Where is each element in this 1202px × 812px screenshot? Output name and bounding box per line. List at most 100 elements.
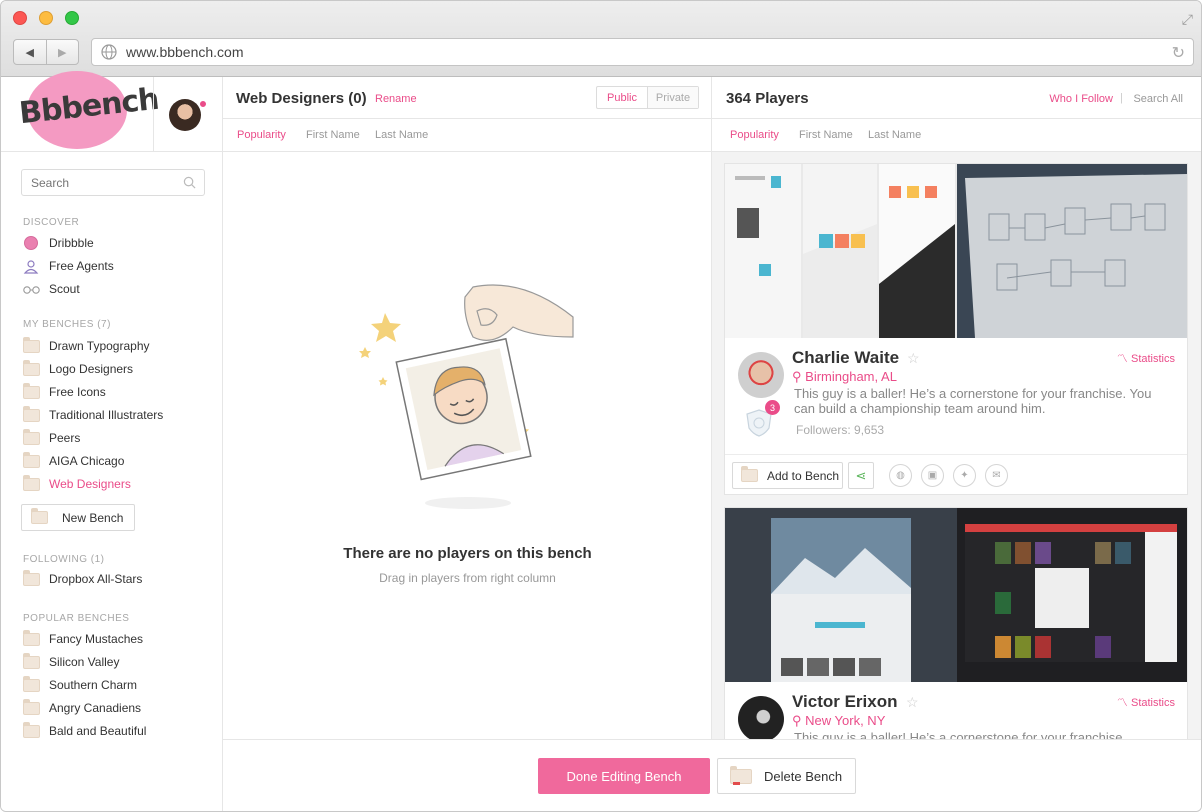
player-name[interactable]: Charlie Waite [792,348,899,368]
private-option[interactable]: Private [647,87,698,108]
player-shot[interactable] [725,508,1187,682]
bench-edit-footer: Done Editing Bench Delete Bench [223,739,1201,811]
location-pin-icon: ⚲ [792,369,802,384]
url-text: www.bbbench.com [126,44,244,60]
popular-bench-item[interactable]: Bald and Beautiful [23,721,146,740]
who-i-follow-link[interactable]: Who I Follow [1049,93,1113,105]
popular-heading: POPULAR BENCHES [23,613,130,624]
bench-sort-bar: Popularity First Name Last Name [223,119,711,152]
player-avatar[interactable] [738,696,784,739]
sidebar-item-free-agents[interactable]: Free Agents [23,257,114,275]
twitter-icon[interactable]: ✦ [953,464,976,487]
favorite-star-icon[interactable]: ☆ [906,694,919,711]
browser-window: ⤢ ◀ ▶ www.bbbench.com ↻ Bbbench DISCOVER… [0,0,1202,812]
players-panel: 364 Players Who I Follow | Search All Po… [712,77,1201,739]
player-name[interactable]: Victor Erixon [792,692,898,712]
dribbble-ball-icon [24,236,38,250]
rename-link[interactable]: Rename [375,93,417,105]
players-header: 364 Players Who I Follow | Search All [712,77,1201,119]
bench-item[interactable]: Free Icons [23,382,106,401]
folder-delete-icon [730,765,752,785]
sort-popularity[interactable]: Popularity [237,129,286,141]
statistics-icon: 〽 [1116,697,1128,709]
add-to-bench-button[interactable]: Add to Bench [732,462,843,489]
bench-item[interactable]: Peers [23,428,80,447]
player-card: Charlie Waite ☆ ⚲ Birmingham, AL This gu… [724,163,1188,495]
glasses-icon [23,283,40,296]
email-icon[interactable]: ✉ [985,464,1008,487]
bench-panel: Web Designers (0) Rename Public Private … [223,77,712,811]
visibility-toggle: Public Private [596,86,699,109]
zoom-window-button[interactable] [65,11,79,25]
user-avatar[interactable] [169,99,201,131]
popular-bench-item[interactable]: Angry Canadiens [23,698,141,717]
portfolio-icon[interactable]: ▣ [921,464,944,487]
favorite-star-icon[interactable]: ☆ [907,350,920,367]
globe-icon [100,43,118,61]
empty-bench-illustration [359,284,574,509]
folder-icon [23,698,40,715]
done-editing-button[interactable]: Done Editing Bench [538,758,710,794]
statistics-link[interactable]: 〽 Statistics [1117,694,1175,710]
location-pin-icon: ⚲ [792,713,802,728]
bench-item-active[interactable]: Web Designers [23,474,131,493]
folder-icon [23,569,40,586]
search-icon[interactable] [183,176,196,189]
following-item[interactable]: Dropbox All-Stars [23,569,142,588]
fullscreen-icon[interactable]: ⤢ [1182,11,1193,28]
sort-last-name[interactable]: Last Name [375,129,428,141]
person-icon [23,259,40,274]
share-icon[interactable]: ⋖ [848,462,874,489]
search-input[interactable] [22,170,172,195]
bench-item[interactable]: Drawn Typography [23,336,150,355]
my-benches-heading: MY BENCHES (7) [23,319,111,330]
bench-item[interactable]: AIGA Chicago [23,451,124,470]
folder-icon [23,474,40,491]
delete-bench-button[interactable]: Delete Bench [717,758,856,794]
reload-icon[interactable]: ↻ [1172,43,1185,63]
folder-icon [23,382,40,399]
folder-icon [23,629,40,646]
minimize-window-button[interactable] [39,11,53,25]
player-followers: Followers: 9,653 [796,423,885,437]
player-info: Victor Erixon ☆ ⚲ New York, NY This guy … [725,682,1187,739]
folder-icon [23,405,40,422]
address-bar[interactable]: www.bbbench.com ↻ [91,38,1194,66]
back-button[interactable]: ◀ [14,40,46,64]
folder-icon [23,451,40,468]
following-heading: FOLLOWING (1) [23,554,105,565]
new-bench-button[interactable]: New Bench [21,504,135,531]
forward-button[interactable]: ▶ [45,40,79,64]
shot-image [725,508,1187,682]
sidebar: Bbbench DISCOVER Dribbble Free Agents Sc… [1,71,223,811]
close-window-button[interactable] [13,11,27,25]
header-separator: | [1120,92,1123,104]
popular-bench-item[interactable]: Southern Charm [23,675,137,694]
popular-bench-item[interactable]: Fancy Mustaches [23,629,143,648]
folder-icon [23,721,40,738]
sort-first-name[interactable]: First Name [799,129,853,141]
badge-count: 3 [765,400,780,415]
folder-icon [23,675,40,692]
popular-bench-item[interactable]: Silicon Valley [23,652,119,671]
sort-first-name[interactable]: First Name [306,129,360,141]
sidebar-item-scout[interactable]: Scout [23,280,80,298]
search-all-link[interactable]: Search All [1133,93,1183,105]
sidebar-item-dribbble[interactable]: Dribbble [23,234,94,252]
bench-title: Web Designers (0) [236,90,367,107]
sort-last-name[interactable]: Last Name [868,129,921,141]
sort-popularity[interactable]: Popularity [730,129,779,141]
bench-header: Web Designers (0) Rename Public Private [223,77,711,119]
sidebar-search [21,169,205,196]
folder-icon [23,336,40,353]
player-avatar[interactable] [738,352,784,398]
statistics-link[interactable]: 〽 Statistics [1117,350,1175,366]
player-location: ⚲ New York, NY [792,713,886,728]
public-option[interactable]: Public [597,87,647,108]
player-shot[interactable] [725,164,1187,338]
bench-item[interactable]: Logo Designers [23,359,133,378]
dribbble-icon[interactable]: ◍ [889,464,912,487]
bench-item[interactable]: Traditional Illustraters [23,405,163,424]
browser-chrome: ⤢ ◀ ▶ www.bbbench.com ↻ [1,1,1201,77]
players-title: 364 Players [726,90,809,107]
